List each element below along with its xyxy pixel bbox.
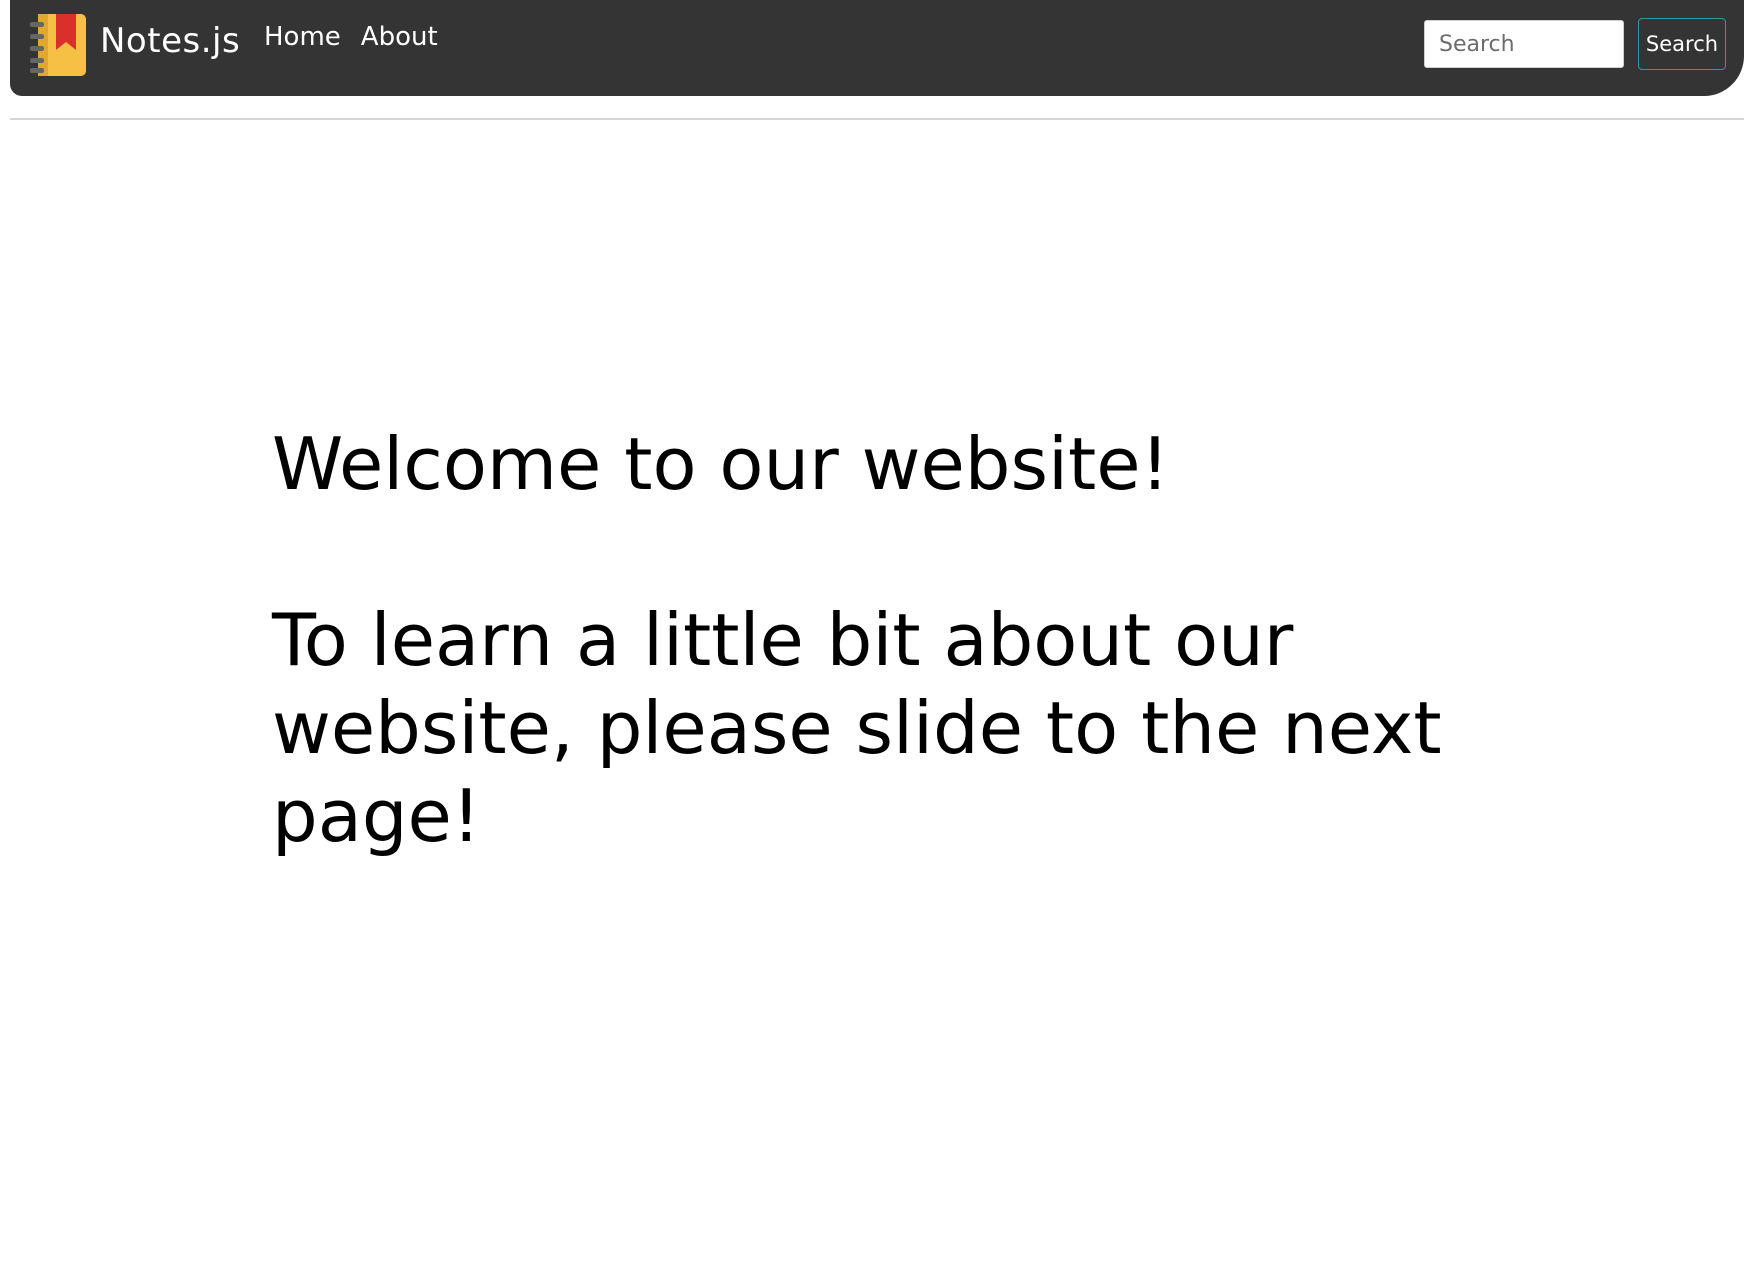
- nav-link-about[interactable]: About: [361, 22, 438, 52]
- main-content: Welcome to our website! To learn a littl…: [272, 420, 1572, 860]
- notebook-icon: [30, 14, 86, 76]
- intro-message: To learn a little bit about our website,…: [272, 598, 1442, 858]
- header-divider: [10, 118, 1744, 120]
- welcome-headline: Welcome to our website!: [272, 422, 1170, 506]
- nav-link-home[interactable]: Home: [264, 22, 341, 52]
- brand-link[interactable]: Notes.js: [28, 10, 240, 80]
- search-button[interactable]: Search: [1638, 18, 1726, 70]
- search-input[interactable]: [1424, 20, 1624, 68]
- search-form: Search: [1424, 18, 1726, 70]
- brand-name: Notes.js: [100, 21, 241, 61]
- navbar: Notes.js Home About Search: [10, 0, 1744, 96]
- nav-links: Home About: [264, 22, 438, 52]
